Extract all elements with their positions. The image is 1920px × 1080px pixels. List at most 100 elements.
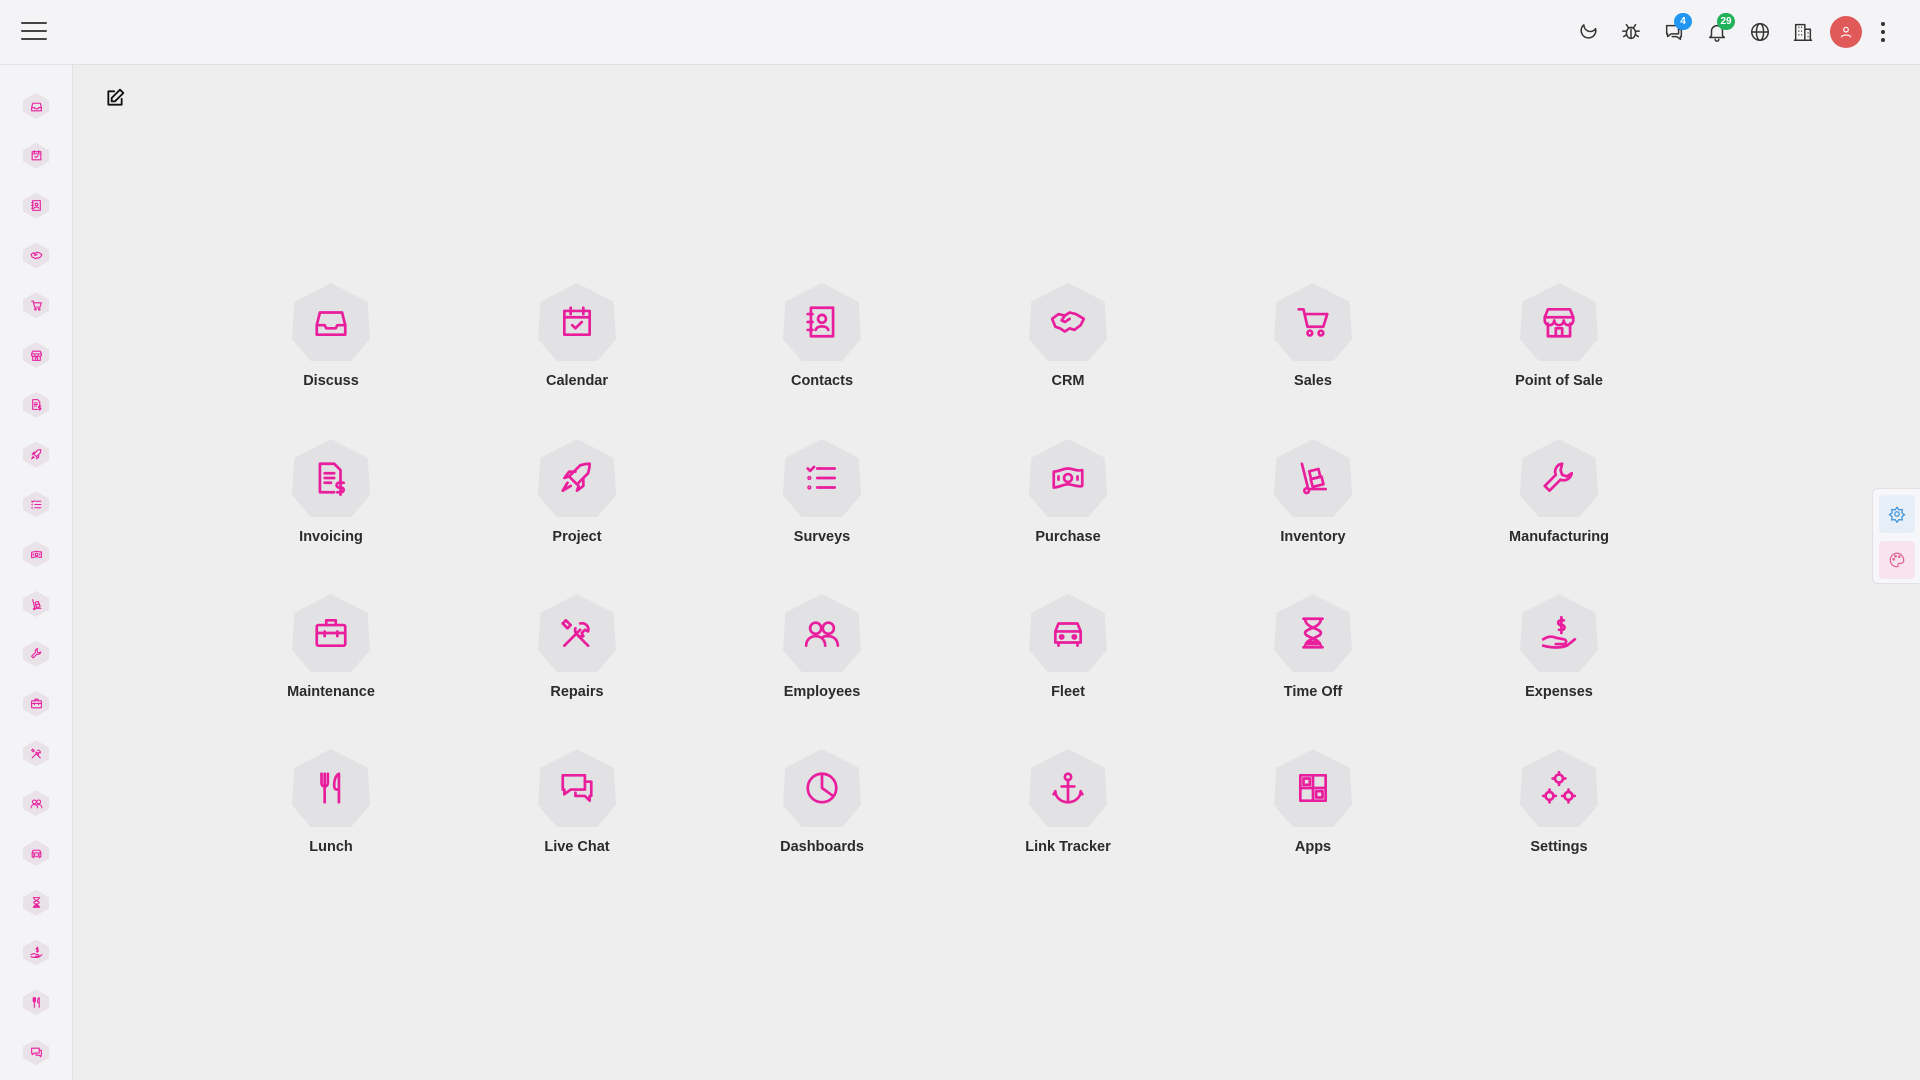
tools-icon [538, 594, 616, 672]
invoice-dollar-icon [292, 439, 370, 517]
app-label: Point of Sale [1515, 373, 1603, 389]
app-point-of-sale[interactable]: Point of Sale [1469, 283, 1649, 403]
fork-knife-icon [292, 749, 370, 827]
wrench-icon [30, 648, 41, 659]
storefront-icon [1520, 283, 1598, 361]
sidebar-item-handshake[interactable] [23, 242, 49, 269]
sidebar-item-calendar-check[interactable] [23, 142, 49, 169]
moon-icon[interactable] [1566, 14, 1609, 50]
toolbox-icon [30, 698, 42, 709]
wrench-icon [1520, 439, 1598, 517]
avatar[interactable] [1830, 16, 1862, 48]
checklist-icon [30, 500, 41, 509]
sidebar-item-chat-bubbles[interactable] [23, 1039, 49, 1066]
sidebar-item-address-book[interactable] [23, 192, 49, 219]
app-label: Calendar [545, 373, 609, 389]
app-fleet[interactable]: Fleet [978, 594, 1158, 714]
globe-icon[interactable] [1738, 14, 1781, 50]
storefront-icon [30, 350, 42, 361]
app-settings[interactable]: Settings [1469, 749, 1649, 869]
sidebar [0, 65, 73, 1080]
app-inventory[interactable]: Inventory [1223, 439, 1403, 559]
address-book-icon [783, 283, 861, 361]
app-employees[interactable]: Employees [732, 594, 912, 714]
sidebar-item-dolly[interactable] [23, 591, 49, 617]
sidebar-item-cart[interactable] [23, 292, 49, 319]
app-surveys[interactable]: Surveys [732, 439, 912, 559]
edit-icon[interactable] [105, 88, 125, 108]
cash-icon [30, 550, 42, 558]
sidebar-item-toolbox[interactable] [23, 690, 49, 717]
building-icon[interactable] [1781, 14, 1824, 50]
grid-apps-icon [1274, 749, 1352, 827]
chat-bubbles-icon [538, 749, 616, 827]
app-calendar[interactable]: Calendar [487, 283, 667, 403]
dolly-icon [1274, 439, 1352, 517]
app-repairs[interactable]: Repairs [487, 594, 667, 714]
chat-bubbles-icon [30, 1047, 42, 1058]
sidebar-item-hand-dollar[interactable] [23, 939, 49, 966]
calendar-check-icon [31, 150, 41, 161]
sidebar-item-checklist[interactable] [23, 491, 49, 518]
app-link-tracker[interactable]: Link Tracker [978, 749, 1158, 869]
kebab-menu-icon[interactable] [1868, 14, 1898, 50]
app-invoicing[interactable]: Invoicing [241, 439, 421, 559]
app-crm[interactable]: CRM [978, 283, 1158, 403]
app-maintenance[interactable]: Maintenance [241, 594, 421, 714]
app-contacts[interactable]: Contacts [732, 283, 912, 403]
app-manufacturing[interactable]: Manufacturing [1469, 439, 1649, 559]
cart-icon [30, 300, 42, 311]
invoice-dollar-icon [31, 399, 41, 412]
bell-icon[interactable]: 29 [1695, 13, 1738, 50]
sidebar-item-hourglass[interactable] [23, 889, 49, 916]
users-icon [783, 594, 861, 672]
sidebar-item-storefront[interactable] [23, 342, 49, 368]
app-label: Live Chat [544, 839, 610, 855]
app-label: Purchase [1035, 529, 1101, 545]
inbox-icon [30, 102, 42, 111]
app-purchase[interactable]: Purchase [978, 439, 1158, 559]
app-time-off[interactable]: Time Off [1223, 594, 1403, 714]
inbox-icon [292, 283, 370, 361]
app-sales[interactable]: Sales [1223, 283, 1403, 403]
app-project[interactable]: Project [487, 439, 667, 559]
pie-chart-icon [783, 749, 861, 827]
users-icon [30, 799, 42, 809]
app-label: Discuss [303, 373, 359, 389]
app-label: Repairs [550, 684, 604, 700]
app-lunch[interactable]: Lunch [241, 749, 421, 869]
cart-icon [1274, 283, 1352, 361]
notifications-badge: 29 [1717, 13, 1735, 30]
sidebar-item-car[interactable] [23, 840, 49, 866]
app-label: Lunch [309, 839, 353, 855]
app-label: Inventory [1280, 529, 1346, 545]
sidebar-item-users[interactable] [23, 790, 49, 817]
sidebar-item-rocket[interactable] [23, 441, 49, 468]
sidebar-item-invoice-dollar[interactable] [23, 391, 49, 418]
bug-icon[interactable] [1609, 14, 1652, 50]
app-expenses[interactable]: Expenses [1469, 594, 1649, 714]
hourglass-icon [32, 897, 40, 909]
app-dashboards[interactable]: Dashboards [732, 749, 912, 869]
sidebar-item-tools[interactable] [23, 740, 49, 767]
rocket-icon [30, 449, 41, 460]
app-label: CRM [1051, 373, 1085, 389]
top-bar-actions: 4 29 [1566, 13, 1898, 50]
address-book-icon [30, 200, 41, 212]
sidebar-item-fork-knife[interactable] [23, 989, 49, 1016]
toolbox-icon [292, 594, 370, 672]
palette-icon[interactable] [1879, 541, 1915, 579]
app-label: Sales [1294, 373, 1332, 389]
sidebar-item-inbox[interactable] [23, 93, 49, 119]
app-discuss[interactable]: Discuss [241, 283, 421, 403]
sidebar-item-cash[interactable] [23, 541, 49, 568]
settings-flower-icon[interactable] [1879, 495, 1915, 533]
top-bar: 4 29 [0, 0, 1920, 65]
app-live-chat[interactable]: Live Chat [487, 749, 667, 869]
dolly-icon [31, 598, 41, 610]
app-apps[interactable]: Apps [1223, 749, 1403, 869]
hand-dollar-icon [30, 946, 42, 959]
hamburger-menu-icon[interactable] [21, 22, 47, 42]
chat-icon[interactable]: 4 [1652, 13, 1695, 50]
sidebar-item-wrench[interactable] [23, 640, 49, 667]
